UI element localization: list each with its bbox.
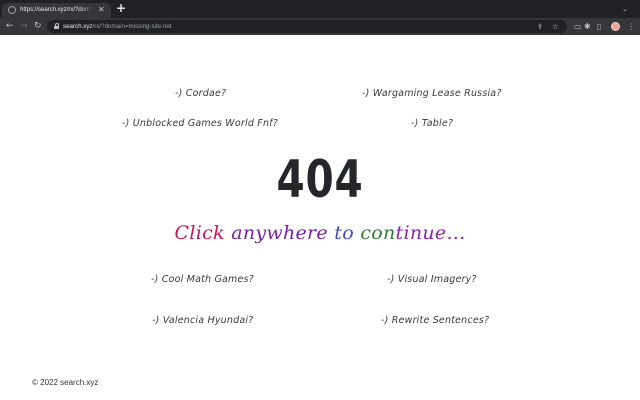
url-path: /rx/?domain=missing-site.net (92, 23, 172, 30)
lock-icon[interactable] (54, 23, 59, 29)
url-text[interactable]: search.xyz/rx/?domain=missing-site.net (63, 21, 172, 32)
tab-strip: https://search.xyz/rx/?domain... ✕ + ⌄ (0, 0, 640, 18)
address-bar[interactable]: search.xyz/rx/?domain=missing-site.net ⇪… (47, 20, 567, 33)
extensions-icon[interactable]: ✱ (584, 20, 591, 33)
suggestion-link[interactable]: -) Visual Imagery? (387, 273, 477, 287)
tab-search-icon[interactable]: ▭ (574, 20, 582, 33)
tab-title-fade (80, 4, 94, 16)
suggestion-link[interactable]: -) Unblocked Games World Fnf? (122, 117, 278, 131)
reload-icon[interactable]: ↻ (34, 20, 42, 33)
sidebar-icon[interactable]: ▯ (597, 20, 601, 33)
menu-kebab-icon[interactable]: ⋮ (627, 20, 635, 33)
cta-word: tinue... (395, 222, 466, 244)
click-to-continue-message[interactable]: Click anywhere to continue... (0, 221, 640, 245)
copyright-footer: © 2022 search.xyz (32, 378, 99, 387)
cta-word: anywhere (231, 222, 335, 244)
suggestion-link[interactable]: -) Valencia Hyundai? (152, 314, 253, 328)
url-host: search.xyz (63, 23, 93, 30)
browser-tab[interactable]: https://search.xyz/rx/?domain... ✕ (2, 3, 111, 18)
cta-word: to (334, 222, 361, 244)
suggestion-link[interactable]: -) Rewrite Sentences? (381, 314, 489, 328)
suggestion-link[interactable]: -) Cordae? (175, 87, 226, 101)
bookmark-star-icon[interactable]: ☆ (552, 20, 559, 33)
page-content[interactable]: -) Cordae? -) Wargaming Lease Russia? -)… (0, 35, 640, 400)
cta-word: con (360, 222, 396, 244)
forward-arrow-icon[interactable]: → (20, 20, 28, 33)
suggestion-link[interactable]: -) Wargaming Lease Russia? (362, 87, 502, 101)
new-tab-button[interactable]: + (116, 1, 126, 15)
close-icon[interactable]: ✕ (98, 4, 105, 16)
error-code-heading: 404 (276, 150, 364, 210)
profile-avatar[interactable] (611, 22, 620, 31)
browser-toolbar: ← → ↻ search.xyz/rx/?domain=missing-site… (0, 18, 640, 35)
suggestion-link[interactable]: -) Table? (411, 117, 453, 131)
chevron-down-icon[interactable]: ⌄ (622, 3, 628, 15)
share-icon[interactable]: ⇪ (537, 20, 543, 33)
back-arrow-icon[interactable]: ← (6, 20, 14, 33)
cta-word: Click (174, 222, 232, 244)
suggestion-link[interactable]: -) Cool Math Games? (151, 273, 254, 287)
globe-icon (8, 6, 16, 14)
